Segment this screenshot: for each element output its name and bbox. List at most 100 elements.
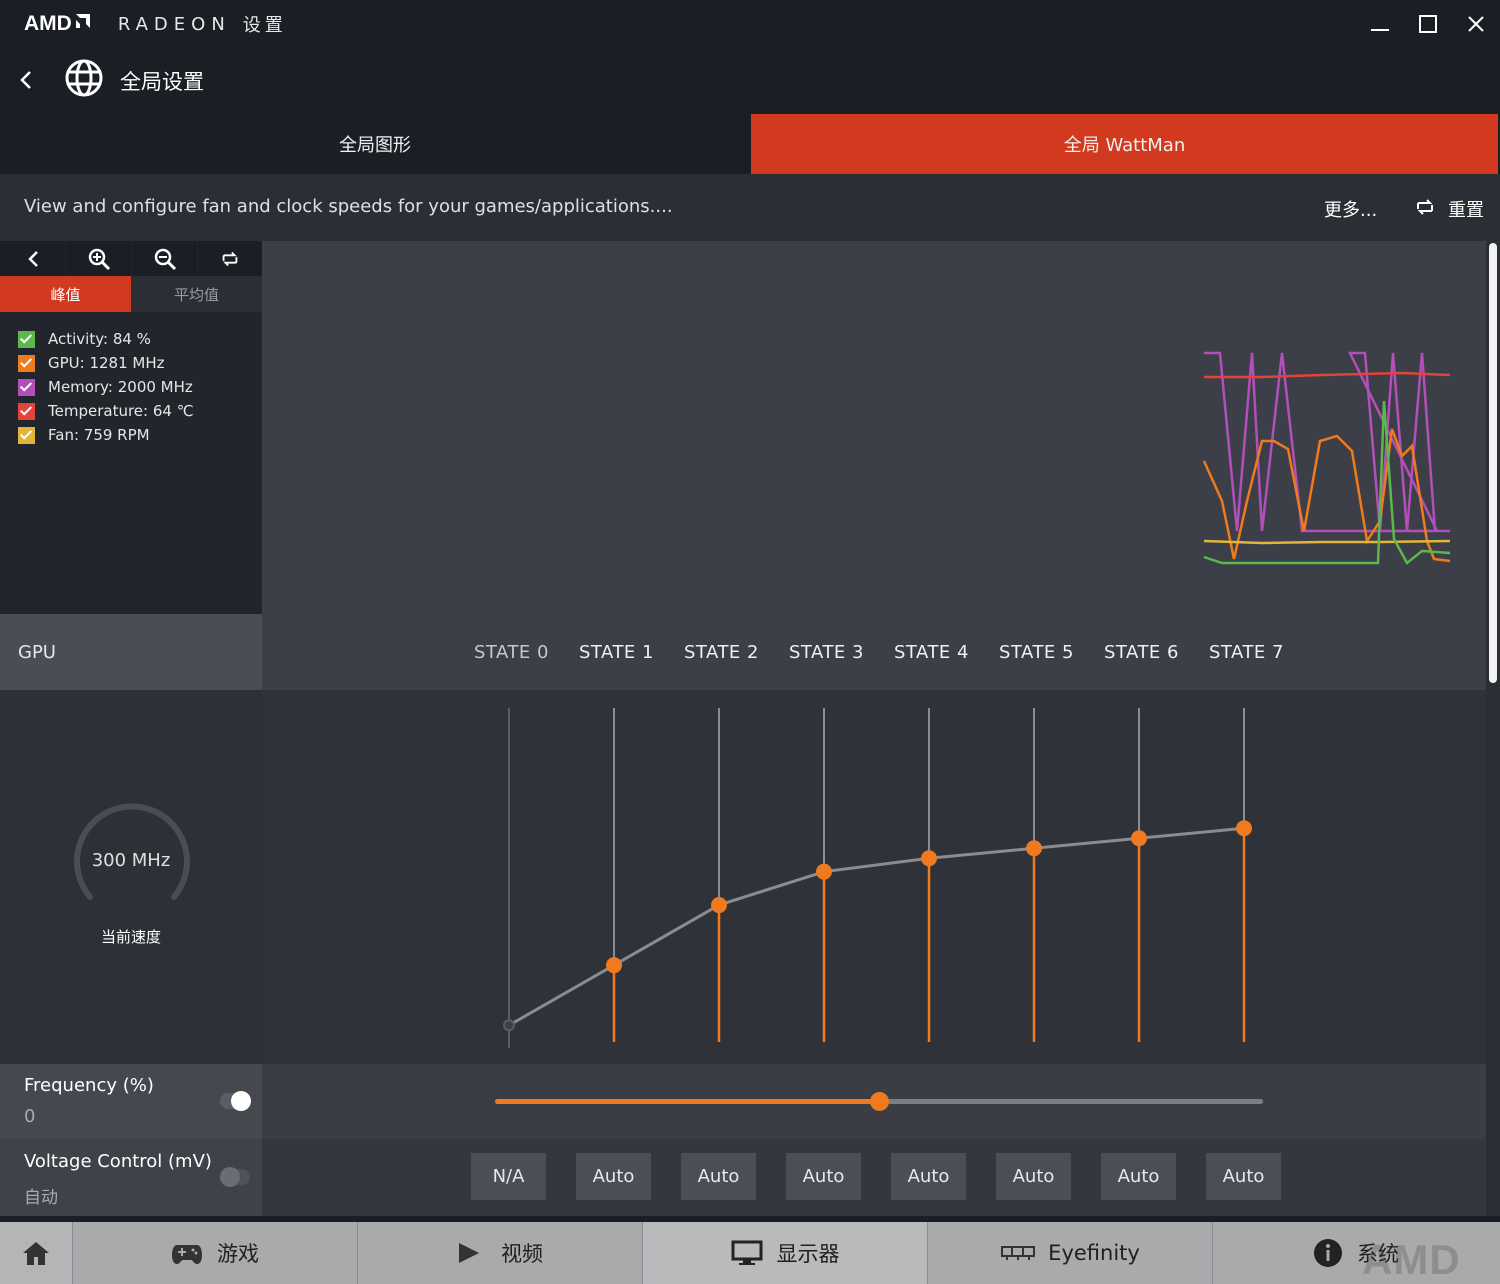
state-5-label: STATE 5 [999,641,1074,663]
radeon-wordmark: RADEON [117,13,231,35]
nav-eyefinity[interactable]: Eyefinity [927,1222,1212,1284]
state-1-handle[interactable] [606,957,622,974]
state-6-handle[interactable] [1131,830,1147,847]
state-3-handle[interactable] [816,863,832,880]
state-4-label: STATE 4 [894,641,969,663]
more-link[interactable]: 更多... [1324,196,1377,222]
voltage-state-0-button[interactable]: N/A [471,1153,546,1200]
toggle-knob [231,1091,251,1111]
frequency-label: Frequency (%) [24,1075,154,1096]
voltage-state-7-button[interactable]: Auto [1206,1153,1281,1200]
reset-icon[interactable] [1414,195,1436,219]
nav-bar: 全局设置 [0,48,1500,114]
nav-label: 视频 [501,1242,543,1266]
nav-home[interactable] [0,1222,72,1284]
description-text: View and configure fan and clock speeds … [24,196,673,217]
tab-peak[interactable]: 峰值 [0,276,131,312]
legend-label: GPU: 1281 MHz [48,354,165,372]
zoom-in-icon[interactable] [66,241,131,276]
legend-label: Memory: 2000 MHz [48,378,193,396]
temperature-trace [1204,371,1451,379]
minimize-icon[interactable] [1362,8,1398,40]
graph-reset-icon[interactable] [198,241,262,276]
page-title: 全局设置 [120,70,204,94]
nav-label: 显示器 [776,1242,840,1266]
voltage-value: 自动 [24,1188,58,1208]
back-arrow-icon[interactable] [14,66,38,94]
home-icon [23,1242,49,1265]
legend-memory[interactable]: Memory: 2000 MHz [18,377,193,397]
legend-fan[interactable]: Fan: 759 RPM [18,425,150,445]
state-curve [262,690,1486,1064]
state-curve-svg [503,708,1252,1048]
tab-label: 全局图形 [339,135,411,156]
state-2-label: STATE 2 [684,641,759,663]
graph-back-icon[interactable] [0,241,65,276]
monitor-icon [731,1240,762,1265]
voltage-toggle[interactable] [220,1167,250,1187]
state-7-handle[interactable] [1236,820,1252,837]
gpu-section-label: GPU [0,614,262,690]
tab-bar: 全局图形 全局 WattMan [0,114,1500,174]
memory-trace [1204,351,1450,533]
nav-games[interactable]: 游戏 [72,1222,357,1284]
voltage-state-2-button[interactable]: Auto [681,1153,756,1200]
frequency-slider[interactable] [495,1092,1263,1111]
state-3-label: STATE 3 [789,641,864,663]
voltage-state-6-button[interactable]: Auto [1101,1153,1176,1200]
frequency-control: Frequency (%) 0 [0,1064,262,1139]
globe-icon [64,58,104,98]
frequency-slider-thumb[interactable] [870,1092,889,1111]
voltage-state-4-button[interactable]: Auto [891,1153,966,1200]
play-icon [459,1243,479,1263]
nav-display[interactable]: 显示器 [642,1222,927,1284]
title-bar: AMD RADEON 设置 [0,0,1500,48]
amd-logo: AMD [24,12,72,35]
nav-label: 游戏 [217,1242,259,1266]
tab-global-graphics[interactable]: 全局图形 [0,114,750,174]
state-6-label: STATE 6 [1104,641,1179,663]
info-bar: View and configure fan and clock speeds … [0,174,1500,241]
legend-label: Temperature: 64 ℃ [48,402,194,420]
monitoring-graph [262,241,1486,614]
legend-activity[interactable]: Activity: 84 % [18,329,151,349]
toggle-knob [220,1167,240,1187]
state-1-label: STATE 1 [579,641,654,663]
scrollbar[interactable] [1486,241,1500,1216]
zoom-out-icon[interactable] [132,241,197,276]
state-5-handle[interactable] [1026,840,1042,857]
state-4-handle[interactable] [921,850,937,867]
checkbox[interactable] [18,378,35,396]
voltage-label: Voltage Control (mV) [24,1151,212,1172]
legend-gpu[interactable]: GPU: 1281 MHz [18,353,165,373]
voltage-state-3-button[interactable]: Auto [786,1153,861,1200]
brand: AMD RADEON 设置 [24,10,287,38]
checkbox[interactable] [18,330,35,348]
legend-temperature[interactable]: Temperature: 64 ℃ [18,401,194,421]
nav-video[interactable]: 视频 [357,1222,642,1284]
frequency-toggle[interactable] [220,1091,251,1111]
eyefinity-icon [1001,1246,1036,1260]
bottom-nav: 游戏 视频 显示器 Eyefinity 系统 AMD [0,1222,1500,1284]
checkbox[interactable] [18,354,35,372]
tab-label: 全局 WattMan [1063,135,1186,156]
info-icon [1314,1239,1342,1267]
frequency-slider-fill [495,1099,879,1104]
state-2-handle[interactable] [711,897,727,914]
state-curve-line [508,826,1245,1027]
scrollbar-thumb[interactable] [1489,243,1497,683]
maximize-icon[interactable] [1410,8,1446,40]
voltage-state-1-button[interactable]: Auto [576,1153,651,1200]
tab-global-wattman[interactable]: 全局 WattMan [751,114,1498,174]
reset-button[interactable]: 重置 [1448,196,1484,222]
checkbox[interactable] [18,402,35,420]
settings-word: 设置 [242,15,287,36]
tab-average[interactable]: 平均值 [131,276,262,312]
close-icon[interactable] [1458,8,1494,40]
voltage-control: Voltage Control (mV) 自动 [0,1139,262,1216]
gamepad-icon [172,1245,202,1264]
checkbox[interactable] [18,426,35,444]
monitoring-graph-svg [1202,351,1451,565]
voltage-state-5-button[interactable]: Auto [996,1153,1071,1200]
monitor-panel: 峰值 平均值 Activity: 84 % GPU: 1281 MHz Memo… [0,241,262,614]
